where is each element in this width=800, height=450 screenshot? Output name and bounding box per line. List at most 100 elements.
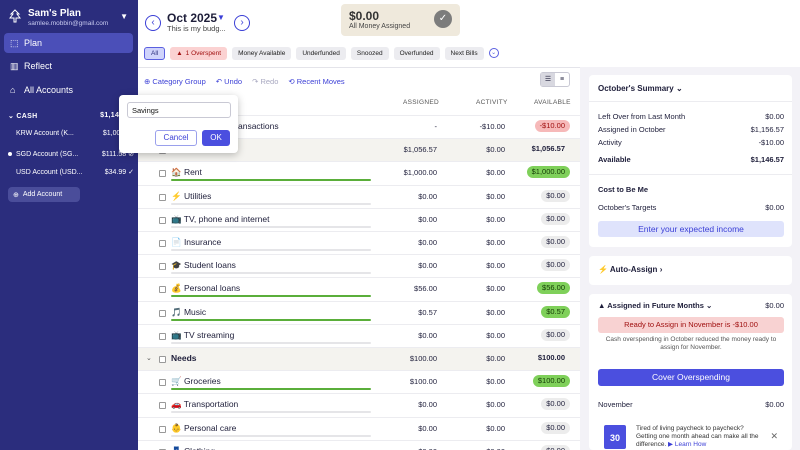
category-name[interactable]: 🎓 Student loans xyxy=(171,260,236,271)
filter-overspent[interactable]: ▲ 1 Overspent xyxy=(170,46,228,60)
chevron-down-icon[interactable]: ▼ xyxy=(217,13,225,22)
future-months-header[interactable]: ▲ Assigned in Future Months ⌄ $0.00 xyxy=(598,301,784,310)
assigned-cell[interactable]: $0.00 xyxy=(418,400,437,409)
category-name[interactable]: 📄 Insurance xyxy=(171,237,221,248)
available-pill[interactable]: $0.00 xyxy=(541,421,570,434)
activity-cell[interactable]: $0.00 xyxy=(486,192,505,201)
available-pill[interactable]: $0.00 xyxy=(541,212,570,225)
activity-cell[interactable]: $0.00 xyxy=(486,331,505,340)
filter-underfunded[interactable]: Underfunded xyxy=(296,46,346,60)
category-row[interactable]: 🚗 Transportation $0.00 $0.00 $0.00 xyxy=(138,393,580,416)
activity-cell[interactable]: $0.00 xyxy=(486,400,505,409)
category-name[interactable]: 🎵 Music xyxy=(171,307,206,318)
category-checkbox[interactable] xyxy=(159,240,166,247)
available-pill[interactable]: $1,000.00 xyxy=(526,166,570,179)
activity-cell[interactable]: $0.00 xyxy=(486,168,505,177)
category-name[interactable]: ⚡ Utilities xyxy=(171,191,211,202)
assigned-cell[interactable]: $56.00 xyxy=(414,284,437,293)
assigned-cell[interactable]: $0.00 xyxy=(418,192,437,201)
more-filters-chevron-icon[interactable]: ⌄ xyxy=(488,48,499,58)
cover-overspending-button[interactable]: Cover Overspending xyxy=(598,369,784,386)
category-row[interactable]: 🎓 Student loans $0.00 $0.00 $0.00 xyxy=(138,254,580,277)
assigned-cell[interactable]: $1,056.57 xyxy=(404,145,437,154)
category-checkbox[interactable] xyxy=(159,379,166,387)
assigned-cell[interactable]: $0.00 xyxy=(418,331,437,340)
month-note[interactable]: This is my budg... xyxy=(167,24,226,33)
nav-plan[interactable]: ⬚ Plan xyxy=(4,33,133,53)
category-name[interactable]: Needs xyxy=(171,353,197,363)
category-checkbox[interactable] xyxy=(159,170,166,178)
close-icon[interactable]: ✕ xyxy=(770,431,778,442)
assigned-cell[interactable]: $0.00 xyxy=(418,261,437,270)
add-account-button[interactable]: ⊕ Add Account xyxy=(8,187,80,202)
activity-cell[interactable]: $0.00 xyxy=(486,284,505,293)
category-row[interactable]: 👶 Personal care $0.00 $0.00 $0.00 xyxy=(138,416,580,440)
category-checkbox[interactable] xyxy=(159,286,166,294)
next-month-button[interactable]: › xyxy=(234,15,250,31)
available-pill[interactable]: $0.57 xyxy=(541,305,570,318)
assigned-cell[interactable]: $100.00 xyxy=(410,354,437,363)
category-row[interactable]: 🎵 Music $0.57 $0.00 $0.57 xyxy=(138,300,580,324)
activity-cell[interactable]: $0.00 xyxy=(486,377,505,386)
view-toggle[interactable]: ☰ ≡ xyxy=(540,72,570,87)
chevron-down-icon[interactable]: ⌄ xyxy=(146,354,152,362)
activity-cell[interactable]: $0.00 xyxy=(486,215,505,224)
available-pill[interactable]: $0.00 xyxy=(541,259,570,272)
category-checkbox[interactable] xyxy=(159,216,166,224)
account-usd[interactable]: USD Account (USD... $34.99 ✓ xyxy=(8,168,134,177)
filter-next-bills[interactable]: Next Bills xyxy=(444,46,484,60)
category-checkbox[interactable] xyxy=(159,402,166,410)
available-pill[interactable]: $100.00 xyxy=(532,375,570,388)
assigned-cell[interactable]: $0.00 xyxy=(418,424,437,433)
category-row[interactable]: 📺 TV streaming $0.00 $0.00 $0.00 xyxy=(138,323,580,347)
available-pill[interactable]: $1,056.57 xyxy=(527,143,570,155)
filter-overfunded[interactable]: Overfunded xyxy=(393,46,440,60)
redo-button[interactable]: ↷ Redo xyxy=(252,77,278,86)
category-name[interactable]: 👶 Personal care xyxy=(171,423,236,434)
activity-cell[interactable]: $0.00 xyxy=(486,261,505,270)
category-name[interactable]: 💰 Personal loans xyxy=(171,283,240,294)
available-pill[interactable]: $0.00 xyxy=(541,236,570,248)
assigned-cell[interactable]: $100.00 xyxy=(410,377,437,386)
ok-button[interactable]: OK xyxy=(202,130,230,146)
filter-snoozed[interactable]: Snoozed xyxy=(350,46,389,60)
month-title[interactable]: Oct 2025 xyxy=(167,11,217,25)
summary-title[interactable]: October's Summary ⌄ xyxy=(598,84,683,93)
category-name[interactable]: 🚗 Transportation xyxy=(171,399,238,410)
learn-how-link[interactable]: ▶ Learn How xyxy=(668,441,706,448)
previous-month-button[interactable]: ‹ xyxy=(145,15,161,31)
category-name[interactable]: 🛒 Groceries xyxy=(171,376,221,387)
account-sgd[interactable]: SGD Account (SG... $111.58 ⊘ xyxy=(8,150,134,158)
category-checkbox[interactable] xyxy=(159,309,166,317)
category-row[interactable]: 🏠 Rent $1,000.00 $0.00 $1,000.00 xyxy=(138,161,580,184)
available-pill[interactable]: $0.00 xyxy=(541,444,570,450)
assigned-cell[interactable]: $0.00 xyxy=(418,215,437,224)
group-name-input[interactable] xyxy=(127,102,231,118)
available-pill[interactable]: $56.00 xyxy=(537,282,570,295)
cash-group-header[interactable]: ⌄ CASH $1,146.57 xyxy=(8,112,134,120)
category-checkbox[interactable] xyxy=(159,332,166,340)
available-pill[interactable]: $100.00 xyxy=(533,352,570,364)
expanded-view-icon[interactable]: ≡ xyxy=(555,73,569,86)
category-checkbox[interactable] xyxy=(159,425,166,433)
category-row[interactable]: 📄 Insurance $0.00 $0.00 $0.00 xyxy=(138,231,580,254)
compact-view-icon[interactable]: ☰ xyxy=(541,73,555,86)
category-checkbox[interactable] xyxy=(159,263,166,271)
activity-cell[interactable]: $0.00 xyxy=(486,424,505,433)
undo-button[interactable]: ↶ Undo xyxy=(216,77,242,86)
auto-assign-card[interactable]: ⚡ Auto-Assign › xyxy=(589,256,792,285)
category-row[interactable]: 📺 TV, phone and internet $0.00 $0.00 $0.00 xyxy=(138,207,580,231)
category-name[interactable]: 👖 Clothing xyxy=(171,446,215,450)
activity-cell[interactable]: $0.00 xyxy=(486,145,505,154)
filter-money-available[interactable]: Money Available xyxy=(232,46,292,60)
category-row[interactable]: 👖 Clothing$0.00$0.00$0.00 xyxy=(138,439,580,450)
activity-cell[interactable]: $0.00 xyxy=(486,238,505,247)
available-pill[interactable]: $0.00 xyxy=(541,328,570,341)
category-name[interactable]: 📺 TV, phone and internet xyxy=(171,214,270,225)
category-name[interactable]: 📺 TV streaming xyxy=(171,330,234,341)
cancel-button[interactable]: Cancel xyxy=(155,130,197,146)
enter-expected-income-button[interactable]: Enter your expected income xyxy=(598,221,784,237)
assigned-cell[interactable]: $0.57 xyxy=(418,308,437,317)
category-group-row[interactable]: ⌄ Needs $100.00 $0.00 $100.00 xyxy=(138,347,580,370)
activity-cell[interactable]: $0.00 xyxy=(486,354,505,363)
